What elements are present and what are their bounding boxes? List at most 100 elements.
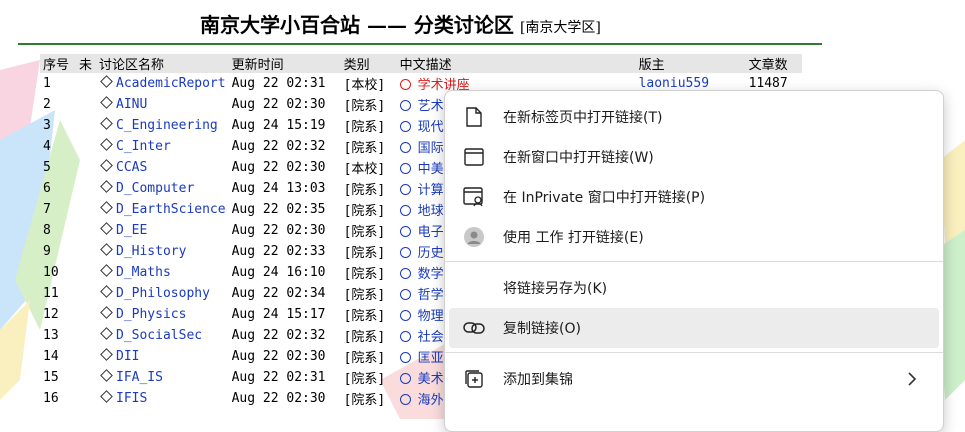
row-number: 1 <box>43 76 51 91</box>
update-time: Aug 22 02:32 <box>231 139 326 154</box>
update-time: Aug 22 02:30 <box>231 223 326 238</box>
row-number: 15 <box>43 370 59 385</box>
circle-icon <box>399 121 411 132</box>
menu-item-open-inprivate[interactable]: 在 InPrivate 窗口中打开链接(P) <box>449 177 939 217</box>
update-time: Aug 22 02:34 <box>231 286 326 301</box>
board-name-link[interactable]: D_History <box>116 244 186 259</box>
update-time: Aug 22 02:30 <box>231 391 326 406</box>
board-name-link[interactable]: D_EE <box>116 223 147 238</box>
board-name-link[interactable]: AINU <box>116 97 147 112</box>
board-name-link[interactable]: D_EarthScience <box>116 202 226 217</box>
unread-flag <box>76 199 96 220</box>
board-name-link[interactable]: D_SocialSec <box>116 328 202 343</box>
board-description-link[interactable]: 地球 <box>418 204 444 219</box>
menu-item-save-link-as[interactable]: 将链接另存为(K) <box>449 268 939 308</box>
moderator-link[interactable]: laoniu559 <box>639 76 709 91</box>
board-name-link[interactable]: IFA_IS <box>116 370 163 385</box>
new-tab-icon <box>463 106 485 128</box>
board-name-link[interactable]: IFIS <box>116 391 147 406</box>
circle-icon <box>399 205 411 216</box>
unread-flag <box>76 325 96 346</box>
unread-flag <box>76 241 96 262</box>
unread-flag <box>76 262 96 283</box>
board-category: [院系] <box>343 372 386 387</box>
unread-flag <box>76 346 96 367</box>
title-divider <box>18 43 822 45</box>
inprivate-window-icon <box>463 186 485 208</box>
context-menu: 在新标签页中打开链接(T) 在新窗口中打开链接(W) 在 InPrivate 窗… <box>444 90 944 432</box>
board-name-link[interactable]: C_Inter <box>116 139 171 154</box>
board-description-link[interactable]: 物理 <box>418 309 444 324</box>
unread-flag <box>76 283 96 304</box>
board-category: [院系] <box>343 225 386 240</box>
row-number: 9 <box>43 244 51 259</box>
menu-item-open-new-tab[interactable]: 在新标签页中打开链接(T) <box>449 97 939 137</box>
collections-add-icon <box>463 368 485 390</box>
board-description-link[interactable]: 匡亚 <box>418 351 444 366</box>
board-name-link[interactable]: D_Maths <box>116 265 171 280</box>
unread-flag <box>76 136 96 157</box>
diamond-icon <box>100 285 113 298</box>
circle-icon <box>399 310 411 321</box>
column-header-no: 序号 <box>40 54 76 73</box>
menu-item-open-with-profile[interactable]: 使用 工作 打开链接(E) <box>449 217 939 257</box>
diamond-icon <box>100 390 113 403</box>
board-description-link[interactable]: 社会 <box>418 330 444 345</box>
column-header-moderator: 版主 <box>635 54 746 73</box>
diamond-icon <box>100 180 113 193</box>
board-description-link[interactable]: 美术 <box>418 372 444 387</box>
update-time: Aug 22 02:31 <box>231 76 326 91</box>
diamond-icon <box>100 75 113 88</box>
board-description-link[interactable]: 中美 <box>418 162 444 177</box>
menu-item-label: 在新标签页中打开链接(T) <box>503 110 663 126</box>
diamond-icon <box>100 159 113 172</box>
board-description-link[interactable]: 现代 <box>418 120 444 135</box>
circle-icon <box>399 226 411 237</box>
board-description-link[interactable]: 海外 <box>418 393 444 408</box>
unread-flag <box>76 115 96 136</box>
board-name-link[interactable]: AcademicReport <box>116 76 226 91</box>
board-category: [本校] <box>343 162 386 177</box>
update-time: Aug 24 15:17 <box>231 307 326 322</box>
menu-item-open-new-window[interactable]: 在新窗口中打开链接(W) <box>449 137 939 177</box>
board-category: [院系] <box>343 141 386 156</box>
board-name-link[interactable]: C_Engineering <box>116 118 218 133</box>
unread-flag <box>76 388 96 409</box>
board-name-link[interactable]: D_Philosophy <box>116 286 210 301</box>
circle-icon <box>399 142 411 153</box>
board-category: [本校] <box>343 78 386 93</box>
update-time: Aug 22 02:30 <box>231 97 326 112</box>
unread-flag <box>76 157 96 178</box>
board-category: [院系] <box>343 99 386 114</box>
menu-separator <box>445 352 943 353</box>
board-name-link[interactable]: D_Physics <box>116 307 186 322</box>
board-description-link[interactable]: 计算 <box>418 183 444 198</box>
menu-item-label: 在 InPrivate 窗口中打开链接(P) <box>503 190 706 206</box>
board-description-link[interactable]: 历史 <box>418 246 444 261</box>
circle-icon <box>399 352 411 363</box>
board-description-link[interactable]: 艺术 <box>418 99 444 114</box>
board-description-link[interactable]: 数学 <box>418 267 444 282</box>
board-name-link[interactable]: DII <box>116 349 139 364</box>
row-number: 5 <box>43 160 51 175</box>
circle-icon <box>399 373 411 384</box>
board-description-link[interactable]: 国际 <box>418 141 444 156</box>
row-number: 11 <box>43 286 59 301</box>
diamond-icon <box>100 264 113 277</box>
diamond-icon <box>100 96 113 109</box>
menu-item-copy-link[interactable]: 复制链接(O) <box>449 308 939 348</box>
board-category: [院系] <box>343 393 386 408</box>
board-name-link[interactable]: D_Computer <box>116 181 194 196</box>
update-time: Aug 24 13:03 <box>231 181 326 196</box>
menu-separator <box>445 261 943 262</box>
board-category: [院系] <box>343 309 386 324</box>
board-description-link[interactable]: 电子 <box>418 225 444 240</box>
board-name-link[interactable]: CCAS <box>116 160 147 175</box>
unread-flag <box>76 178 96 199</box>
page-title-text: 南京大学小百合站 —— 分类讨论区 <box>200 13 514 37</box>
board-description-link[interactable]: 哲学 <box>418 288 444 303</box>
board-category: [院系] <box>343 330 386 345</box>
unread-flag <box>76 73 96 94</box>
menu-item-add-to-collections[interactable]: 添加到集锦 <box>449 359 939 399</box>
diamond-icon <box>100 222 113 235</box>
